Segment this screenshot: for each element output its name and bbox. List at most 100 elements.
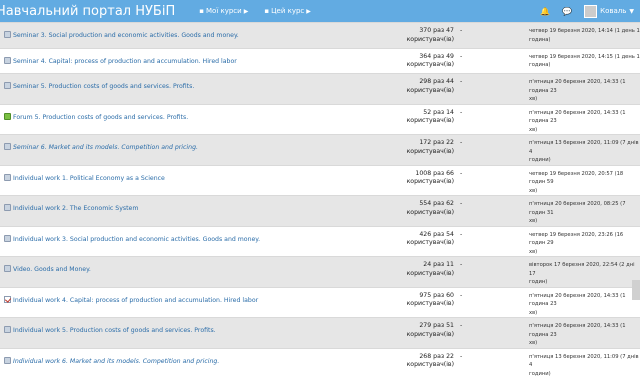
table-row: Video. Goods and Money. 24 раз 11 користув… <box>0 256 640 288</box>
users-label: користувач(ів) <box>406 61 454 69</box>
table-row: Individual work 3. Social production and… <box>0 225 640 257</box>
page-icon <box>4 204 11 212</box>
last-access-date: четвер 19 березня 2020, 20:57 (18 годин … <box>529 170 624 186</box>
my-courses-menu[interactable]: ▪ Мої курси ▶ <box>193 7 254 15</box>
related-blog-value: - <box>460 52 463 60</box>
last-access-cell: четвер 19 березня 2020, 14:15 (1 день 1 г… <box>527 47 640 74</box>
views-cell: 975 раз 60 користувач(ів) <box>372 286 457 318</box>
activity-link[interactable]: Forum 5. Production costs of goods and s… <box>13 114 188 121</box>
top-navbar: Навчальний портал НУБіП ▪ Мої курси ▶ ▪ … <box>0 0 640 22</box>
activity-cell: Forum 5. Production costs of goods and s… <box>0 103 372 135</box>
last-access-elapsed: година) <box>529 36 551 43</box>
last-access-elapsed: години) <box>529 370 551 377</box>
activity-link[interactable]: Seminar 4. Capital: process of productio… <box>13 58 237 65</box>
avatar <box>584 4 598 18</box>
assign-icon <box>4 295 11 303</box>
activity-link[interactable]: Individual work 4. Capital: process of p… <box>13 297 258 304</box>
related-blog-cell: - <box>457 286 527 318</box>
users-label: користувач(ів) <box>406 147 454 155</box>
related-blog-cell: - <box>457 22 527 49</box>
views-count: 364 раз 49 <box>419 52 454 60</box>
last-access-elapsed: хв) <box>529 309 538 316</box>
related-blog-value: - <box>460 169 463 177</box>
table-row: Seminar 3. Social production and economi… <box>0 22 640 49</box>
activity-cell: Video. Goods and Money. <box>0 256 372 288</box>
activity-cell: Seminar 3. Social production and economi… <box>0 22 372 49</box>
last-access-cell: п'ятниця 20 березня 2020, 14:33 (1 годин… <box>527 317 640 349</box>
page-icon <box>4 265 11 273</box>
related-blog-cell: - <box>457 317 527 349</box>
activity-link[interactable]: Individual work 3. Social production and… <box>13 236 260 243</box>
activity-link[interactable]: Seminar 3. Social production and economi… <box>13 32 239 39</box>
last-access-date: вівторок 17 березня 2020, 22:54 (2 дні 1… <box>529 262 635 277</box>
main-menu: ▪ Мої курси ▶ ▪ Цей курс ▶ <box>193 7 317 15</box>
site-brand[interactable]: Навчальний портал НУБіП <box>0 4 175 19</box>
users-label: користувач(ів) <box>406 208 454 216</box>
users-label: користувач(ів) <box>406 361 454 369</box>
views-count: 554 раз 62 <box>419 200 454 208</box>
table-row: Forum 5. Production costs of goods and s… <box>0 103 640 135</box>
related-blog-cell: - <box>457 225 527 257</box>
last-access-cell: п'ятниця 13 березня 2020, 11:09 (7 днів … <box>527 134 640 166</box>
views-cell: 24 раз 11 користувач(ів) <box>372 256 457 288</box>
table-row: Individual work 4. Capital: process of p… <box>0 286 640 318</box>
related-blog-cell: - <box>457 195 527 227</box>
my-courses-label: Мої курси <box>206 7 242 15</box>
activity-link[interactable]: Individual work 2. The Economic System <box>13 205 138 212</box>
views-cell: 298 раз 44 користувач(ів) <box>372 73 457 105</box>
related-blog-cell: - <box>457 134 527 166</box>
messages-icon[interactable]: 💬 <box>562 7 572 16</box>
users-label: користувач(ів) <box>406 117 454 125</box>
last-access-elapsed: хв) <box>529 126 538 133</box>
related-blog-value: - <box>460 27 463 34</box>
activity-link[interactable]: Seminar 5. Production costs of goods and… <box>13 83 194 90</box>
last-access-elapsed: хв) <box>529 96 538 103</box>
user-menu[interactable]: Коваль ▼ <box>584 4 634 18</box>
notifications-bell-icon[interactable]: 🔔 <box>540 7 550 16</box>
related-blog-value: - <box>460 352 463 360</box>
activity-cell: Individual work 2. The Economic System <box>0 195 372 227</box>
related-blog-value: - <box>460 291 463 299</box>
activity-link[interactable]: Seminar 6. Market and its models. Compet… <box>13 144 198 151</box>
course-icon: ▪ <box>264 7 270 15</box>
views-cell: 172 раз 22 користувач(ів) <box>372 134 457 166</box>
chevron-right-icon: ▶ <box>243 7 249 15</box>
views-cell: 364 раз 49 користувач(ів) <box>372 47 457 74</box>
views-count: 370 раз 47 <box>419 27 454 34</box>
activity-cell: Seminar 5. Production costs of goods and… <box>0 73 372 105</box>
users-label: користувач(ів) <box>406 35 454 43</box>
activity-link[interactable]: Individual work 6. Market and its models… <box>13 358 219 365</box>
views-cell: 370 раз 47 користувач(ів) <box>372 22 457 49</box>
activity-report-table: Seminar 3. Social production and economi… <box>0 22 640 378</box>
views-count: 24 раз 11 <box>423 261 454 269</box>
related-blog-cell: - <box>457 73 527 105</box>
user-name: Коваль <box>600 7 627 15</box>
activity-link[interactable]: Video. Goods and Money. <box>13 266 91 273</box>
courses-icon: ▪ <box>199 7 204 15</box>
last-access-date: п'ятниця 20 березня 2020, 14:33 (1 годин… <box>529 109 626 125</box>
last-access-elapsed: години) <box>529 157 551 164</box>
last-access-cell: вівторок 17 березня 2020, 22:54 (2 дні 1… <box>527 256 640 288</box>
scrollbar-thumb[interactable] <box>632 280 640 300</box>
navbar-right: 🔔 💬 Коваль ▼ <box>540 0 634 22</box>
related-blog-value: - <box>460 108 463 116</box>
table-row: Individual work 1. Political Economy as … <box>0 164 640 196</box>
last-access-cell: четвер 19 березня 2020, 14:14 (1 день 1 г… <box>527 22 640 49</box>
page-icon <box>4 356 11 364</box>
users-label: користувач(ів) <box>406 269 454 277</box>
last-access-date: п'ятниця 13 березня 2020, 11:09 (7 днів … <box>529 140 639 155</box>
table-row: Individual work 6. Market and its models… <box>0 347 640 378</box>
related-blog-cell: - <box>457 347 527 378</box>
last-access-cell: четвер 19 березня 2020, 23:26 (16 годин … <box>527 225 640 257</box>
last-access-date: п'ятниця 20 березня 2020, 14:33 (1 годин… <box>529 79 626 94</box>
views-cell: 279 раз 51 користувач(ів) <box>372 317 457 349</box>
this-course-menu[interactable]: ▪ Цей курс ▶ <box>258 7 317 15</box>
activity-cell: Individual work 5. Production costs of g… <box>0 317 372 349</box>
page-icon <box>4 234 11 242</box>
related-blog-value: - <box>460 200 463 208</box>
activity-cell: Individual work 1. Political Economy as … <box>0 164 372 196</box>
views-count: 298 раз 44 <box>419 78 454 86</box>
activity-cell: Seminar 6. Market and its models. Compet… <box>0 134 372 166</box>
last-access-date: п'ятниця 20 березня 2020, 14:33 (1 годин… <box>529 292 626 308</box>
activity-link[interactable]: Individual work 1. Political Economy as … <box>13 175 165 182</box>
